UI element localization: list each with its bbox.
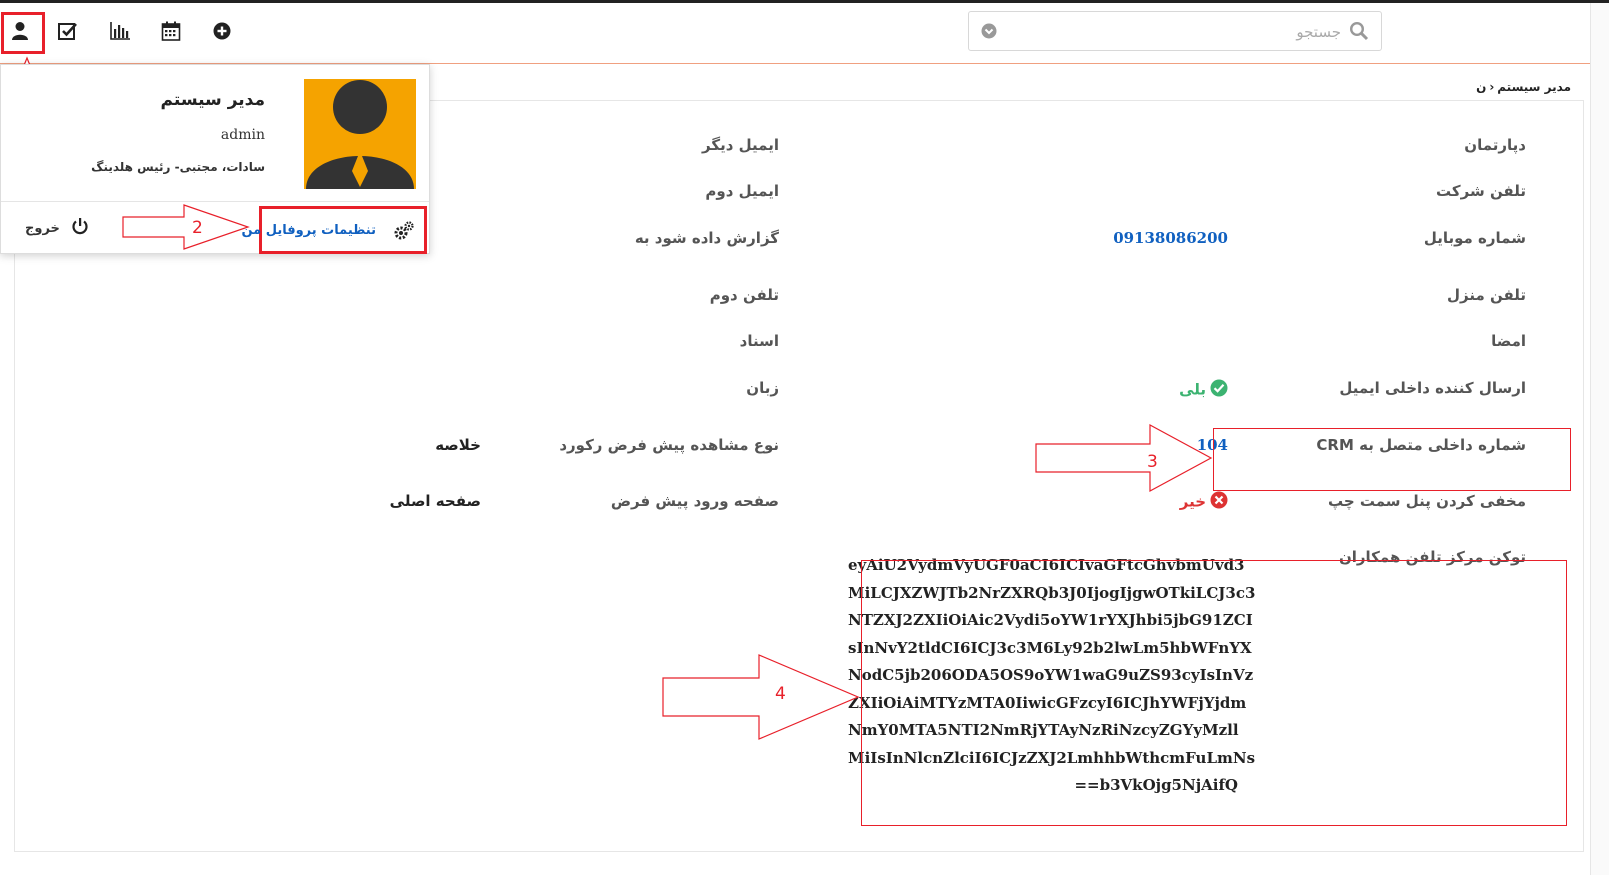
divider: [1, 201, 429, 202]
global-search[interactable]: [968, 11, 1382, 51]
calendar-icon: [161, 21, 181, 41]
default-record-view-label: نوع مشاهده پیش فرض رکورد: [559, 436, 779, 454]
annotation-arrow-right-2: [122, 204, 250, 250]
breadcrumb-current: مدیر سیستم: [1497, 80, 1571, 94]
scrollbar-track[interactable]: [1590, 3, 1609, 875]
top-navbar: [0, 3, 1609, 64]
hide-left-panel-value: خیر: [1180, 491, 1228, 513]
default-record-view-value: خلاصه: [435, 436, 481, 454]
annotation-box-token: [861, 560, 1567, 826]
search-input[interactable]: [1039, 20, 1343, 44]
annotation-number-3: 3: [1147, 452, 1158, 472]
search-icon: [1349, 21, 1369, 45]
language-label: زبان: [746, 379, 779, 397]
annotation-arrow-right-3: [1035, 424, 1213, 492]
x-circle-icon: [1210, 491, 1228, 513]
calendar-button[interactable]: [157, 17, 185, 45]
breadcrumb: مدیر سیستم‹ن: [1476, 80, 1571, 94]
gears-icon: [394, 221, 414, 245]
second-email-label: ایمیل دوم: [705, 182, 779, 200]
logout-link[interactable]: خروج: [25, 221, 60, 236]
check-circle-icon: [1210, 379, 1228, 401]
user-title: سادات، مجتبی- رئیس هلدینگ: [91, 160, 265, 174]
power-icon[interactable]: [71, 217, 89, 239]
annotation-number-2: 2: [192, 218, 203, 238]
default-landing-page-label: صفحه ورود پیش فرض: [610, 492, 779, 510]
chevron-left-icon: ‹: [1489, 80, 1495, 94]
internal-email-sender-text: بلی: [1179, 380, 1206, 399]
reports-button[interactable]: [106, 17, 134, 45]
plus-circle-icon: [213, 22, 231, 40]
user-display-name: مدیر سیستم: [160, 90, 265, 110]
mobile-value[interactable]: 09138086200: [1113, 229, 1228, 247]
profile-settings-button[interactable]: تنظیمات پروفایل من: [241, 206, 427, 254]
breadcrumb-prefix[interactable]: ن: [1476, 80, 1486, 94]
annotation-number-4: 4: [775, 684, 786, 704]
bar-chart-icon: [109, 21, 131, 41]
second-phone-label: تلفن دوم: [709, 286, 779, 304]
reports-to-label: گزارش داده شود به: [634, 229, 779, 247]
company-phone-label: تلفن شرکت: [1436, 182, 1526, 200]
annotation-box-crm: [1213, 428, 1571, 491]
checkbox-icon: [57, 20, 79, 42]
avatar: [304, 79, 416, 189]
internal-email-sender-label: ارسال کننده داخلی ایمیل: [1339, 379, 1526, 397]
chevron-down-icon[interactable]: [981, 23, 997, 43]
user-username: admin: [220, 127, 265, 143]
mobile-label: شماره موبایل: [1423, 229, 1526, 247]
hide-left-panel-text: خیر: [1179, 492, 1206, 511]
annotation-box-user: [1, 12, 45, 54]
annotation-arrow-right-4: [662, 654, 860, 740]
profile-settings-label: تنظیمات پروفایل من: [241, 223, 376, 238]
other-email-label: ایمیل دیگر: [702, 136, 779, 154]
tasks-button[interactable]: [54, 17, 82, 45]
documents-label: اسناد: [739, 332, 779, 350]
hide-left-panel-label: مخفی کردن پنل سمت چپ: [1327, 492, 1526, 510]
default-landing-page-value: صفحه اصلی: [389, 492, 481, 510]
home-phone-label: تلفن منزل: [1446, 286, 1526, 304]
signature-label: امضا: [1491, 332, 1526, 350]
internal-email-sender-value: بلی: [1179, 379, 1228, 401]
department-label: دپارتمان: [1464, 136, 1526, 154]
quick-create-button[interactable]: [208, 17, 236, 45]
